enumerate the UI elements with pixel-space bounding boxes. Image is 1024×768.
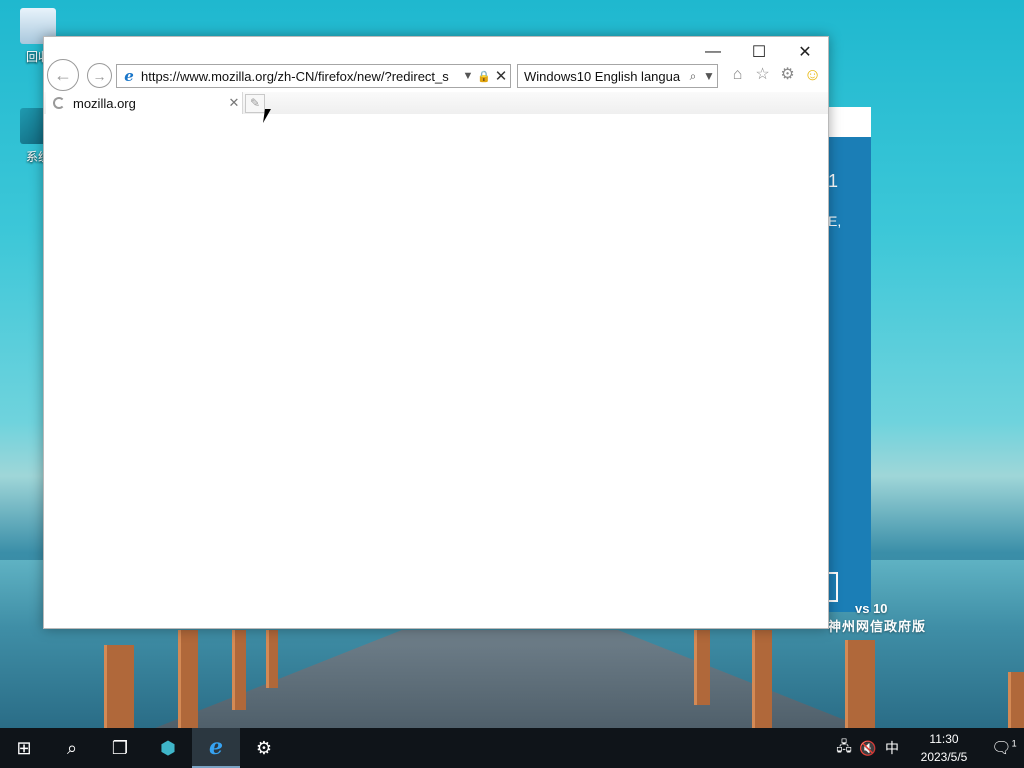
tab-bar: mozilla.org ✕ ✎ (44, 92, 828, 114)
pier-post (178, 630, 198, 728)
browser-window[interactable]: — ☐ ✕ ← → e https://www.mozilla.org/zh-C… (43, 36, 829, 629)
pier-post (845, 640, 875, 728)
lock-icon[interactable]: 🔒 (476, 70, 492, 83)
address-input[interactable]: https://www.mozilla.org/zh-CN/firefox/ne… (141, 69, 460, 84)
pier-post (1008, 672, 1024, 728)
search-input[interactable]: Windows10 English langua (518, 69, 685, 84)
arrow-left-icon: ← (54, 64, 72, 85)
background-window-text: 1 (828, 171, 839, 191)
tab-mozilla[interactable]: mozilla.org ✕ (46, 92, 243, 114)
maximize-button[interactable]: ☐ (736, 37, 782, 67)
start-button[interactable]: ⊞ (0, 728, 48, 768)
taskbar-app-ie[interactable]: e (192, 728, 240, 768)
pier-post (752, 630, 772, 728)
pier-post (694, 630, 710, 705)
system-app-icon: ⬢ (160, 737, 176, 758)
task-view-button[interactable]: ❐ (96, 728, 144, 768)
clock-date: 2023/5/5 (920, 750, 968, 764)
background-app-window[interactable]: 1 E, (826, 107, 871, 612)
forward-button[interactable]: → (87, 63, 112, 88)
action-center-button[interactable]: 🗨1 (984, 738, 1024, 758)
task-view-icon: ❐ (111, 737, 129, 758)
search-dropdown-icon[interactable]: ▼ (701, 69, 717, 83)
clock[interactable]: 11:30 2023/5/5 (904, 730, 984, 766)
stop-button[interactable]: ✕ (492, 67, 510, 85)
address-dropdown-icon[interactable]: ▼ (460, 70, 476, 82)
gear-icon: ⚙ (255, 737, 273, 758)
windows-logo-icon: ⊞ (16, 737, 32, 758)
star-icon[interactable]: ☆ (753, 65, 772, 85)
network-icon[interactable]: 🖧 (832, 736, 856, 760)
os-watermark-line1: vs 10 (855, 601, 888, 616)
new-tab-button[interactable]: ✎ (245, 94, 265, 113)
minimize-button[interactable]: — (690, 37, 736, 67)
arrow-right-icon: → (92, 67, 107, 84)
address-bar[interactable]: e https://www.mozilla.org/zh-CN/firefox/… (116, 64, 511, 88)
search-icon[interactable]: ⌕ (685, 69, 701, 84)
pier-post (232, 630, 246, 710)
background-window-text: E, (828, 213, 842, 229)
loading-spinner-icon (53, 97, 65, 109)
new-tab-icon: ✎ (249, 96, 261, 110)
window-caption-buttons: — ☐ ✕ (690, 37, 828, 67)
close-button[interactable]: ✕ (782, 37, 828, 67)
command-icons: ⌂ ☆ ⚙ ☺ (728, 65, 822, 85)
ime-indicator[interactable]: 中 (880, 738, 904, 758)
pier-post (104, 645, 134, 730)
search-button[interactable]: ⌕ (48, 728, 96, 768)
notification-count: 1 (1011, 738, 1017, 749)
taskbar-app-settings[interactable]: ⚙ (240, 728, 288, 768)
search-icon: ⌕ (66, 737, 78, 758)
mouse-cursor (263, 109, 271, 123)
background-window-titlebar (826, 107, 871, 137)
ie-icon: e (209, 734, 223, 760)
search-box[interactable]: Windows10 English langua ⌕ ▼ (517, 64, 718, 88)
notification-icon: 🗨 (991, 740, 1012, 757)
os-watermark-line2: 神州网信政府版 (828, 619, 927, 634)
back-button[interactable]: ← (47, 59, 79, 91)
pier-post (266, 630, 278, 688)
volume-muted-icon[interactable]: 🔇 (856, 740, 880, 757)
ie-site-icon: e (124, 67, 134, 85)
gear-icon[interactable]: ⚙ (778, 65, 797, 85)
tab-close-icon[interactable]: ✕ (226, 95, 242, 111)
smiley-icon[interactable]: ☺ (803, 65, 822, 85)
taskbar-app-system[interactable]: ⬢ (144, 728, 192, 768)
home-icon[interactable]: ⌂ (728, 65, 747, 85)
clock-time: 11:30 (929, 732, 959, 746)
taskbar: ⊞ ⌕ ❐ ⬢ e ⚙ 🖧 🔇 中 11:30 2023/5/5 🗨1 (0, 728, 1024, 768)
tab-title: mozilla.org (73, 95, 136, 111)
system-tray: 🖧 🔇 中 11:30 2023/5/5 🗨1 (832, 728, 1024, 768)
